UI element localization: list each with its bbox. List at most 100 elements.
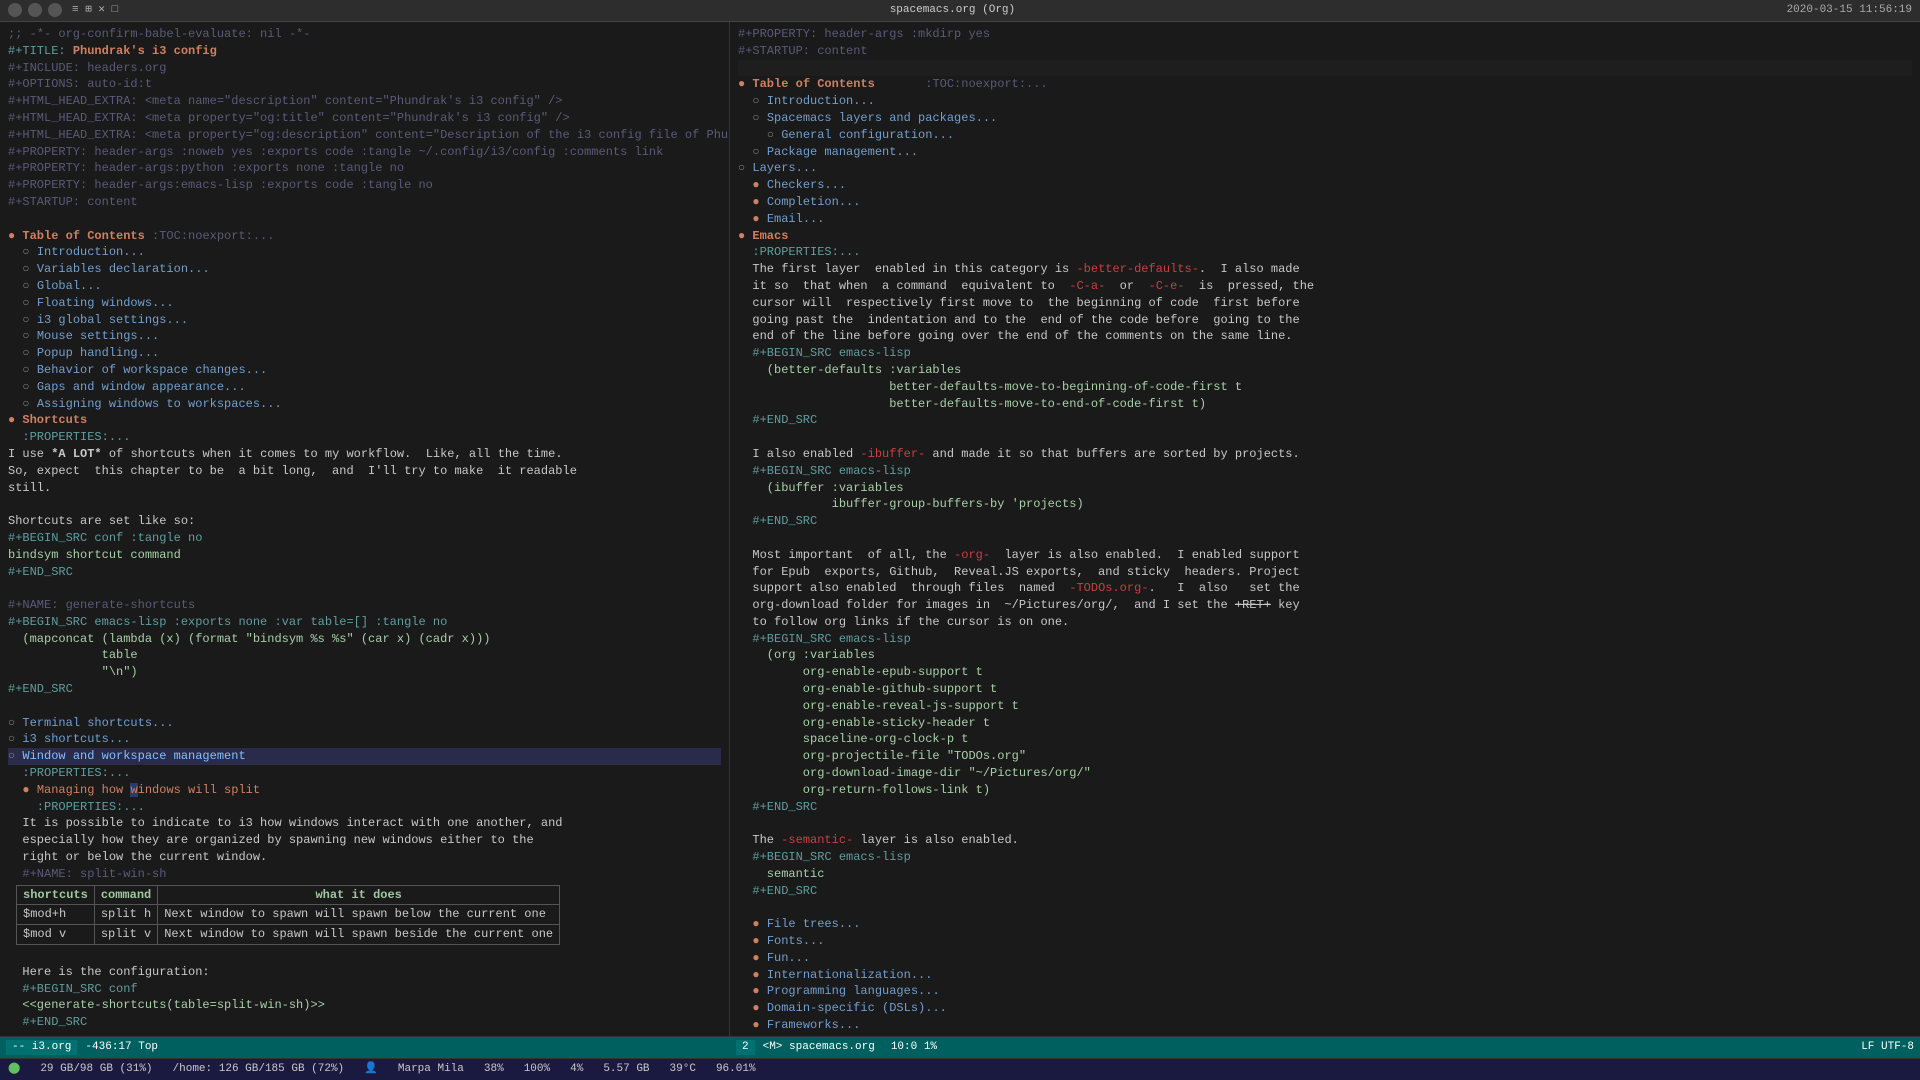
shortcuts-props: :PROPERTIES:... <box>8 429 721 446</box>
r-startup: #+STARTUP: content <box>738 43 1912 60</box>
r-emacs-text3: cursor will respectively first move to t… <box>738 295 1912 312</box>
window-title: spacemacs.org (Org) <box>118 3 1786 18</box>
blank4 <box>8 698 721 715</box>
maximize-btn[interactable] <box>28 3 42 17</box>
r-better-defaults: (better-defaults :variables <box>738 362 1912 379</box>
property1: #+PROPERTY: header-args :noweb yes :expo… <box>8 144 721 161</box>
toc-heading: ● Table of Contents :TOC:noexport:... <box>8 228 721 245</box>
r-src-end2: #+END_SRC <box>738 513 1912 530</box>
r-ibuffer-group: ibuffer-group-buffers-by 'projects) <box>738 496 1912 513</box>
r-src-begin2: #+BEGIN_SRC emacs-lisp <box>738 463 1912 480</box>
main-area: ;; -*- org-confirm-babel-evaluate: nil -… <box>0 22 1920 1036</box>
src-bindsym: bindsym shortcut command <box>8 547 721 564</box>
r-pkgmgmt: ○ Package management... <box>738 144 1912 161</box>
minimize-btn[interactable] <box>8 3 22 17</box>
r-i18n: ● Internationalization... <box>738 967 1912 984</box>
src-end1: #+END_SRC <box>8 564 721 581</box>
shortcuts-text1: I use *A LOT* of shortcuts when it comes… <box>8 446 721 463</box>
r-fonts: ● Fonts... <box>738 933 1912 950</box>
r-src-begin3: #+BEGIN_SRC emacs-lisp <box>738 631 1912 648</box>
r-org-text5: to follow org links if the cursor is on … <box>738 614 1912 631</box>
name-gen: #+NAME: generate-shortcuts <box>8 597 721 614</box>
r-fun: ● Fun... <box>738 950 1912 967</box>
popup-item: ○ Popup handling... <box>8 345 721 362</box>
disk1-icon: ⬤ <box>8 1062 20 1077</box>
clock: 2020-03-15 11:56:19 <box>1787 3 1912 18</box>
r-src-end3: #+END_SRC <box>738 799 1912 816</box>
r-blank1 <box>738 429 1912 446</box>
close-btn[interactable] <box>48 3 62 17</box>
titlebar: ≡ ⊞ ✕ □ spacemacs.org (Org) 2020-03-15 1… <box>0 0 1920 22</box>
left-pane: ;; -*- org-confirm-babel-evaluate: nil -… <box>0 22 730 1036</box>
status-mode-left: -- i3.org <box>6 1040 77 1055</box>
blank3 <box>8 580 721 597</box>
r-props: :PROPERTIES:... <box>738 244 1912 261</box>
config-text: Here is the configuration: <box>8 964 721 981</box>
r-filetrees: ● File trees... <box>738 916 1912 933</box>
r-sticky: org-enable-sticky-header t <box>738 715 1912 732</box>
cell-splith: split h <box>94 905 157 925</box>
r-ibuffer-text: I also enabled -ibuffer- and made it so … <box>738 446 1912 463</box>
blank2 <box>8 496 721 513</box>
managewin-text3: right or below the current window. <box>8 849 721 866</box>
r-bd-end: better-defaults-move-to-end-of-code-firs… <box>738 396 1912 413</box>
startup: #+STARTUP: content <box>8 194 721 211</box>
r-completion: ● Completion... <box>738 194 1912 211</box>
left-content: ;; -*- org-confirm-babel-evaluate: nil -… <box>0 22 729 1036</box>
r-revealjs: org-enable-reveal-js-support t <box>738 698 1912 715</box>
window-controls[interactable]: ≡ ⊞ ✕ □ <box>8 3 118 18</box>
r-src-end1: #+END_SRC <box>738 412 1912 429</box>
src-end3: #+END_SRC <box>8 1014 721 1031</box>
encoding-right: LF UTF-8 <box>1861 1040 1914 1055</box>
intro-item: ○ Introduction... <box>8 244 721 261</box>
cell-mod-h: $mod+h <box>17 905 95 925</box>
managewin-text1: It is possible to indicate to i3 how win… <box>8 815 721 832</box>
r-email: ● Email... <box>738 211 1912 228</box>
winworkspace-item: ○ Window and workspace management <box>8 748 721 765</box>
statusbar-right: 2 <M> spacemacs.org 10:0 1% LF UTF-8 <box>730 1036 1920 1058</box>
html-meta3: #+HTML_HEAD_EXTRA: <meta property="og:de… <box>8 127 721 144</box>
disk1-info: 29 GB/98 GB (31%) <box>40 1062 152 1077</box>
r-emacs: ● Emacs <box>738 228 1912 245</box>
r-download: org-download-image-dir "~/Pictures/org/" <box>738 765 1912 782</box>
r-github: org-enable-github-support t <box>738 681 1912 698</box>
blank1 <box>8 211 721 228</box>
r-semantic-text: The -semantic- layer is also enabled. <box>738 832 1912 849</box>
status-buf: 2 <box>736 1040 755 1055</box>
r-src-begin4: #+BEGIN_SRC emacs-lisp <box>738 849 1912 866</box>
split-table: shortcuts command what it does $mod+h sp… <box>16 885 721 945</box>
bottom-bar: ⬤ 29 GB/98 GB (31%) /home: 126 GB/185 GB… <box>0 1058 1920 1080</box>
r-epub: org-enable-epub-support t <box>738 664 1912 681</box>
user-info: Marpa Mila <box>398 1062 464 1077</box>
i3shortcuts-item: ○ i3 shortcuts... <box>8 731 721 748</box>
r-layers: ○ Layers... <box>738 160 1912 177</box>
r-property1: #+PROPERTY: header-args :mkdirp yes <box>738 26 1912 43</box>
r-ibuffer-src: (ibuffer :variables <box>738 480 1912 497</box>
status-pos-right: 10:0 1% <box>891 1040 937 1055</box>
src-mapconcat: (mapconcat (lambda (x) (format "bindsym … <box>8 631 721 648</box>
floating-item: ○ Floating windows... <box>8 295 721 312</box>
cell-mod-v: $mod v <box>17 925 95 945</box>
winworkspace-props: :PROPERTIES:... <box>8 765 721 782</box>
src-nl: "\n") <box>8 664 721 681</box>
r-blank4 <box>738 899 1912 916</box>
cell-desc2: Next window to spawn will spawn beside t… <box>158 925 560 945</box>
r-org-text2: for Epub exports, Github, Reveal.JS expo… <box>738 564 1912 581</box>
terminal-item: ○ Terminal shortcuts... <box>8 715 721 732</box>
col-what: what it does <box>158 885 560 905</box>
html-meta2: #+HTML_HEAD_EXTRA: <meta property="og:ti… <box>8 110 721 127</box>
status-row: -- i3.org -436:17 Top 2 <M> spacemacs.or… <box>0 1036 1920 1058</box>
shortcuts-text2: So, expect this chapter to be a bit long… <box>8 463 721 480</box>
src-begin1: #+BEGIN_SRC conf :tangle no <box>8 530 721 547</box>
r-semantic-src: semantic <box>738 866 1912 883</box>
cpu: 96.01% <box>716 1062 756 1077</box>
r-org-text1: Most important of all, the -org- layer i… <box>738 547 1912 564</box>
src-table: table <box>8 647 721 664</box>
r-org-vars: (org :variables <box>738 647 1912 664</box>
disk3: 5.57 GB <box>603 1062 649 1077</box>
col-command: command <box>94 885 157 905</box>
managewin-props: :PROPERTIES:... <box>8 799 721 816</box>
statusbar-left: -- i3.org -436:17 Top <box>0 1036 730 1058</box>
src-generate: <<generate-shortcuts(table=split-win-sh)… <box>8 997 721 1014</box>
status-pos-left: -436:17 Top <box>85 1040 158 1055</box>
